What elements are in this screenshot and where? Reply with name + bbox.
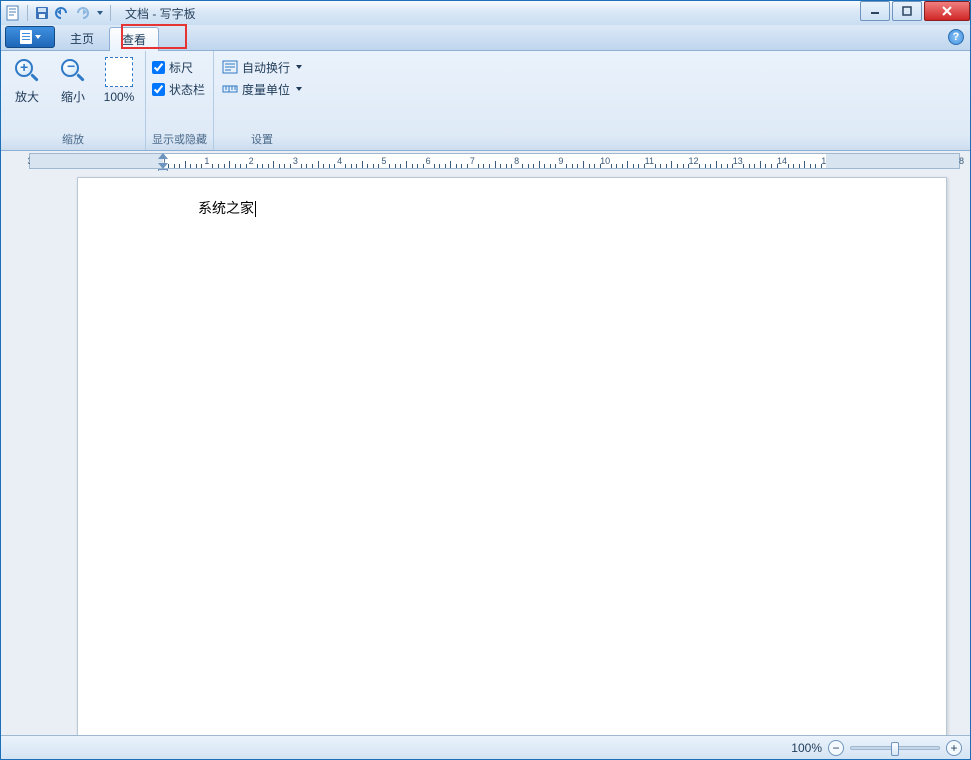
statusbar-checkbox[interactable]: 状态栏 bbox=[152, 79, 205, 99]
zoom-out-button[interactable]: − 缩小 bbox=[53, 55, 93, 107]
zoom-slider[interactable] bbox=[850, 746, 940, 750]
ruler-units-icon bbox=[222, 81, 238, 97]
undo-icon[interactable] bbox=[54, 5, 70, 21]
tab-label: 主页 bbox=[70, 30, 94, 47]
app-window: 文档 - 写字板 主页 查看 ? + 放大 − 缩小 bbox=[0, 0, 971, 760]
zoom-out-icon: − bbox=[59, 57, 87, 85]
measurement-units-button[interactable]: 度量单位 bbox=[220, 79, 304, 99]
zoom-in-icon: + bbox=[13, 57, 41, 85]
checkbox-input[interactable] bbox=[152, 83, 165, 96]
checkbox-input[interactable] bbox=[152, 61, 165, 74]
zoom-in-button[interactable]: + 放大 bbox=[7, 55, 47, 107]
help-icon[interactable]: ? bbox=[948, 29, 964, 45]
tab-label: 查看 bbox=[122, 31, 146, 48]
document-scroll-area[interactable]: 系统之家 bbox=[1, 171, 970, 735]
zoom-in-status-button[interactable]: + bbox=[946, 740, 962, 756]
group-zoom: + 放大 − 缩小 100% 缩放 bbox=[1, 51, 146, 150]
title-bar: 文档 - 写字板 bbox=[1, 1, 970, 25]
document-page[interactable]: 系统之家 bbox=[77, 177, 947, 735]
button-label: 度量单位 bbox=[242, 81, 290, 98]
slider-thumb[interactable] bbox=[891, 742, 899, 756]
close-button[interactable] bbox=[924, 1, 970, 21]
app-icon bbox=[5, 5, 21, 21]
button-label: 缩小 bbox=[61, 88, 85, 105]
app-menu-button[interactable] bbox=[5, 26, 55, 48]
document-icon bbox=[20, 30, 32, 44]
button-label: 自动换行 bbox=[242, 59, 290, 76]
document-text: 系统之家 bbox=[198, 200, 254, 216]
window-buttons bbox=[860, 1, 970, 21]
separator bbox=[110, 5, 111, 21]
tab-view[interactable]: 查看 bbox=[109, 27, 159, 51]
group-label: 缩放 bbox=[7, 129, 139, 150]
group-label: 显示或隐藏 bbox=[152, 129, 207, 150]
text-caret bbox=[255, 201, 256, 217]
maximize-button[interactable] bbox=[892, 1, 922, 21]
group-settings: 自动换行 度量单位 设置 bbox=[214, 51, 310, 150]
ribbon: + 放大 − 缩小 100% 缩放 标尺 bbox=[1, 51, 970, 151]
tab-home[interactable]: 主页 bbox=[57, 26, 107, 50]
separator bbox=[27, 5, 28, 21]
status-bar: 100% − + bbox=[1, 735, 970, 759]
zoom-level-label: 100% bbox=[791, 741, 822, 755]
chevron-down-icon bbox=[296, 87, 302, 91]
checkbox-label: 状态栏 bbox=[169, 81, 205, 98]
horizontal-ruler[interactable]: 3210123456789101112131415161718 bbox=[1, 151, 970, 171]
ruler-checkbox[interactable]: 标尺 bbox=[152, 57, 205, 77]
checkbox-label: 标尺 bbox=[169, 59, 193, 76]
ribbon-tabs: 主页 查看 ? bbox=[1, 25, 970, 51]
chevron-down-icon bbox=[35, 35, 41, 39]
group-show-hide: 标尺 状态栏 显示或隐藏 bbox=[146, 51, 214, 150]
save-icon[interactable] bbox=[34, 5, 50, 21]
window-title: 文档 - 写字板 bbox=[125, 5, 196, 22]
work-area: 3210123456789101112131415161718 系统之家 bbox=[1, 151, 970, 735]
group-label: 设置 bbox=[220, 129, 304, 150]
quick-access-toolbar bbox=[1, 5, 117, 21]
word-wrap-icon bbox=[222, 59, 238, 75]
button-label: 100% bbox=[104, 90, 135, 104]
zoom-controls: 100% − + bbox=[791, 740, 962, 756]
redo-icon[interactable] bbox=[74, 5, 90, 21]
zoom-out-status-button[interactable]: − bbox=[828, 740, 844, 756]
minimize-button[interactable] bbox=[860, 1, 890, 21]
zoom-100-button[interactable]: 100% bbox=[99, 55, 139, 106]
page-icon bbox=[105, 57, 133, 87]
button-label: 放大 bbox=[15, 88, 39, 105]
qat-customize-dropdown[interactable] bbox=[94, 5, 104, 21]
chevron-down-icon bbox=[296, 65, 302, 69]
word-wrap-button[interactable]: 自动换行 bbox=[220, 57, 304, 77]
